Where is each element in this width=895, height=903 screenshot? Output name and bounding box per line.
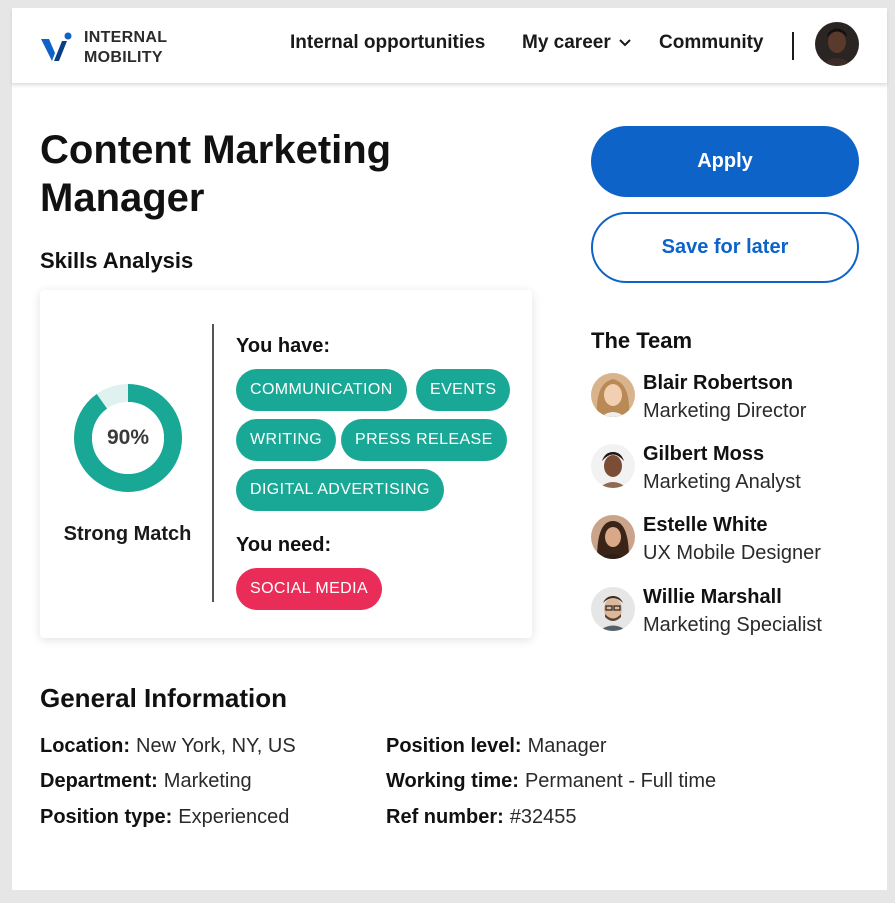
team-title: The Team [591,328,693,353]
nav-community[interactable]: Community [659,32,764,54]
logo-line-2: MOBILITY [84,49,163,66]
user-avatar-image [815,22,859,66]
info-working-time: Working time: Permanent - Full time [386,770,716,793]
team-member-avatar [591,587,635,631]
nav-my-career-label: My career [522,32,611,53]
team-member-role: UX Mobile Designer [643,542,821,564]
skills-analysis-card: 90% Strong Match You have: COMMUNICATION… [40,290,532,638]
team-member-name: Estelle White [643,514,768,536]
avatar-image [591,515,635,559]
info-label: Ref number: [386,806,504,828]
info-position-type: Position type: Experienced [40,806,289,829]
logo-mark-icon [41,32,72,61]
info-value: Experienced [178,806,290,828]
top-navigation-bar: INTERNAL MOBILITY Internal opportunities… [12,8,887,84]
team-member-avatar [591,515,635,559]
you-need-title: You need: [236,534,332,556]
team-member-role: Marketing Director [643,400,807,422]
skill-tag-have[interactable]: EVENTS [416,369,511,411]
info-location: Location: New York, NY, US [40,735,296,758]
save-for-later-button[interactable]: Save for later [591,212,859,283]
chevron-down-icon [619,39,631,47]
card-divider [212,324,214,602]
user-avatar[interactable] [815,22,859,66]
team-member-name: Willie Marshall [643,586,782,608]
job-title: Content Marketing Manager [40,128,392,220]
skill-tag-have[interactable]: COMMUNICATION [236,369,407,411]
team-member[interactable]: Willie Marshall Marketing Specialist [591,584,881,644]
team-member-avatar [591,373,635,417]
nav-internal-opportunities[interactable]: Internal opportunities [290,32,485,54]
info-ref-number: Ref number: #32455 [386,806,577,829]
skill-tag-need[interactable]: SOCIAL MEDIA [236,568,383,610]
info-label: Location: [40,735,130,757]
logo-text: INTERNAL MOBILITY [84,28,167,68]
skill-tag-have[interactable]: PRESS RELEASE [341,419,507,461]
team-member[interactable]: Estelle White UX Mobile Designer [591,512,881,572]
team-member-name: Blair Robertson [643,372,794,394]
info-label: Working time: [386,770,519,792]
info-value: #32455 [509,806,577,828]
general-information-title: General Information [40,683,288,713]
skill-tag-have[interactable]: DIGITAL ADVERTISING [236,469,444,511]
team-member[interactable]: Blair Robertson Marketing Director [591,370,881,430]
match-label: Strong Match [63,523,192,545]
avatar-image [591,373,635,417]
info-value: New York, NY, US [136,735,296,757]
nav-my-career[interactable]: My career [522,32,631,54]
info-value: Permanent - Full time [524,770,717,792]
avatar-image [591,444,635,488]
skill-tag-have[interactable]: WRITING [236,419,337,461]
match-percent: 90% [106,426,150,449]
info-label: Department: [40,770,158,792]
team-member-name: Gilbert Moss [643,443,765,465]
nav-divider [792,32,794,60]
team-member-role: Marketing Specialist [643,614,822,636]
skills-analysis-title: Skills Analysis [40,248,194,273]
page: INTERNAL MOBILITY Internal opportunities… [12,8,887,890]
logo-line-1: INTERNAL [84,29,168,46]
info-value: Manager [527,735,607,757]
team-member-avatar [591,444,635,488]
you-have-title: You have: [236,335,331,357]
info-label: Position level: [386,735,522,757]
apply-button[interactable]: Apply [591,126,859,197]
team-member-role: Marketing Analyst [643,471,801,493]
info-department: Department: Marketing [40,770,252,793]
info-position-level: Position level: Manager [386,735,607,758]
info-label: Position type: [40,806,173,828]
avatar-image [591,587,635,631]
logo[interactable]: INTERNAL MOBILITY [40,28,167,68]
info-value: Marketing [163,770,252,792]
team-member[interactable]: Gilbert Moss Marketing Analyst [591,441,881,501]
